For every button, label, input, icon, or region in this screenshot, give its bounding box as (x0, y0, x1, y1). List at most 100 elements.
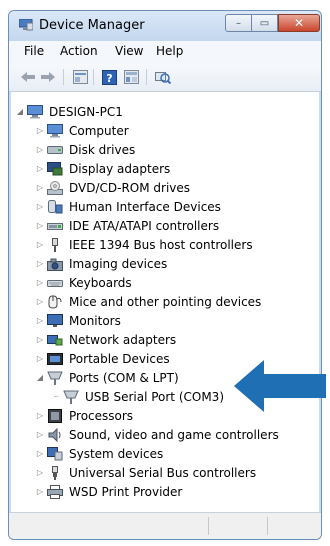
portable-device-icon (47, 352, 63, 366)
device-tree: ◢ DESIGN-PC1 ▷ Computer ▷ Disk drives ▷ Display… (9, 92, 321, 515)
expand-icon[interactable]: ▷ (35, 240, 45, 249)
tree-item-label: Mice and other pointing devices (69, 294, 262, 309)
tree-item-display-adapters[interactable]: ▷ Display adapters (35, 159, 172, 178)
expand-icon[interactable]: ▷ (35, 164, 45, 173)
disk-drive-icon (47, 143, 63, 157)
expand-icon[interactable]: ▷ (35, 449, 45, 458)
tree-item-label: Human Interface Devices (69, 199, 221, 214)
menu-file[interactable]: File (24, 44, 44, 58)
tree-item-keyboards[interactable]: ▷ Keyboards (35, 273, 134, 292)
tree-item-label: IEEE 1394 Bus host controllers (69, 237, 253, 252)
expand-icon[interactable]: ▷ (35, 316, 45, 325)
tree-item-label: DVD/CD-ROM drives (69, 180, 191, 195)
tree-item-disk-drives[interactable]: ▷ Disk drives (35, 140, 137, 159)
tree-item-imaging-devices[interactable]: ▷ Imaging devices (35, 254, 169, 273)
tree-item-label: Ports (COM & LPT) (69, 370, 179, 385)
status-divider (267, 517, 268, 535)
tree-item-ieee-1394-bus-host-controllers[interactable]: ▷ IEEE 1394 Bus host controllers (35, 235, 255, 254)
minimize-button[interactable]: – (225, 14, 252, 32)
tree-item-portable-devices[interactable]: ▷ Portable Devices (35, 349, 172, 368)
help-icon[interactable]: ? (100, 68, 118, 86)
monitor-icon (47, 313, 63, 328)
expand-icon[interactable]: ▷ (35, 259, 45, 268)
toolbar-separator (146, 69, 147, 85)
menu-view[interactable]: View (115, 44, 143, 58)
tree-item-label: Disk drives (69, 142, 136, 157)
tree-item-sound-video-and-game-controllers[interactable]: ▷ Sound, video and game controllers (35, 425, 281, 444)
expand-icon[interactable]: ▷ (35, 183, 45, 192)
tree-item-label: USB Serial Port (COM3) (85, 389, 224, 404)
menu-bar: File Action View Help (9, 41, 321, 64)
back-icon[interactable] (19, 68, 37, 86)
tree-item-ports-com-lpt[interactable]: ◢ Ports (COM & LPT) (35, 368, 181, 387)
expand-icon[interactable]: ▷ (35, 145, 45, 154)
sound-icon (47, 427, 63, 442)
svg-text:?: ? (106, 72, 112, 85)
expand-icon[interactable]: ▷ (35, 335, 45, 344)
expand-icon[interactable]: ▷ (35, 487, 45, 496)
tree-item-monitors[interactable]: ▷ Monitors (35, 311, 123, 330)
tree-item-network-adapters[interactable]: ▷ Network adapters (35, 330, 178, 349)
tree-item-label: Computer (69, 123, 129, 138)
toolbar-separator (93, 69, 94, 85)
tree-item-processors[interactable]: ▷ Processors (35, 406, 135, 425)
port-icon (47, 371, 63, 385)
expand-icon[interactable]: ▷ (35, 430, 45, 439)
tree-item-label: Portable Devices (69, 351, 170, 366)
system-device-icon (47, 446, 63, 461)
network-adapter-icon (47, 333, 63, 347)
tree-item-dvd-cd-rom-drives[interactable]: ▷ DVD/CD-ROM drives (35, 178, 192, 197)
device-manager-window: Device Manager – ▭ ✕ File Action View He… (8, 10, 322, 540)
tree-item-label: Keyboards (69, 275, 132, 290)
expand-icon[interactable]: ▷ (35, 354, 45, 363)
expand-icon[interactable]: ▷ (35, 202, 45, 211)
expand-icon[interactable]: ▷ (35, 221, 45, 230)
tree-item-usb-serial-port-com3[interactable]: ┈ USB Serial Port (COM3) (51, 387, 226, 406)
tree-item-label: Imaging devices (69, 256, 168, 271)
tree-item-label: Processors (69, 408, 134, 423)
properties-icon[interactable] (71, 68, 89, 86)
expand-icon[interactable]: ▷ (35, 278, 45, 287)
processor-icon (47, 408, 63, 423)
display-adapter-icon (47, 161, 63, 176)
tree-item-label: System devices (69, 446, 164, 461)
maximize-button[interactable]: ▭ (252, 14, 278, 32)
keyboard-icon (47, 276, 63, 290)
show-hidden-icon[interactable] (122, 68, 140, 86)
collapse-icon[interactable]: ◢ (35, 373, 45, 382)
expand-icon[interactable]: ▷ (35, 297, 45, 306)
menu-action[interactable]: Action (60, 44, 98, 58)
tree-root-node[interactable]: ◢ DESIGN-PC1 (15, 102, 125, 121)
computer-icon (27, 104, 43, 119)
close-button[interactable]: ✕ (278, 14, 320, 32)
tree-item-label: WSD Print Provider (69, 484, 183, 499)
mouse-icon (47, 295, 63, 309)
tree-connector: ┈ (53, 392, 59, 401)
toolbar-separator (63, 69, 64, 85)
scan-hardware-icon[interactable] (154, 68, 172, 86)
tree-item-label: DESIGN-PC1 (49, 104, 123, 119)
tree-item-computer[interactable]: ▷ Computer (35, 121, 131, 140)
firewire-icon (47, 237, 63, 252)
computer-icon (47, 123, 63, 138)
title-bar[interactable]: Device Manager – ▭ ✕ (9, 11, 321, 41)
menu-help[interactable]: Help (156, 44, 183, 58)
tree-item-universal-serial-bus-controllers[interactable]: ▷ Universal Serial Bus controllers (35, 463, 258, 482)
hid-icon (47, 199, 63, 214)
tree-item-ide-ata-atapi-controllers[interactable]: ▷ IDE ATA/ATAPI controllers (35, 216, 221, 235)
status-bar (9, 512, 321, 539)
window-title: Device Manager (39, 18, 145, 33)
tree-item-wsd-print-provider[interactable]: ▷ WSD Print Provider (35, 482, 184, 501)
status-divider (208, 517, 209, 535)
expand-icon[interactable]: ▷ (35, 126, 45, 135)
collapse-icon[interactable]: ◢ (15, 107, 25, 116)
tree-item-human-interface-devices[interactable]: ▷ Human Interface Devices (35, 197, 223, 216)
expand-icon[interactable]: ▷ (35, 411, 45, 420)
tree-item-label: Network adapters (69, 332, 177, 347)
expand-icon[interactable]: ▷ (35, 468, 45, 477)
forward-icon[interactable] (39, 68, 57, 86)
toolbar: ? (9, 63, 321, 92)
tree-item-system-devices[interactable]: ▷ System devices (35, 444, 165, 463)
printer-icon (47, 484, 63, 499)
tree-item-mice-and-other-pointing-devices[interactable]: ▷ Mice and other pointing devices (35, 292, 263, 311)
